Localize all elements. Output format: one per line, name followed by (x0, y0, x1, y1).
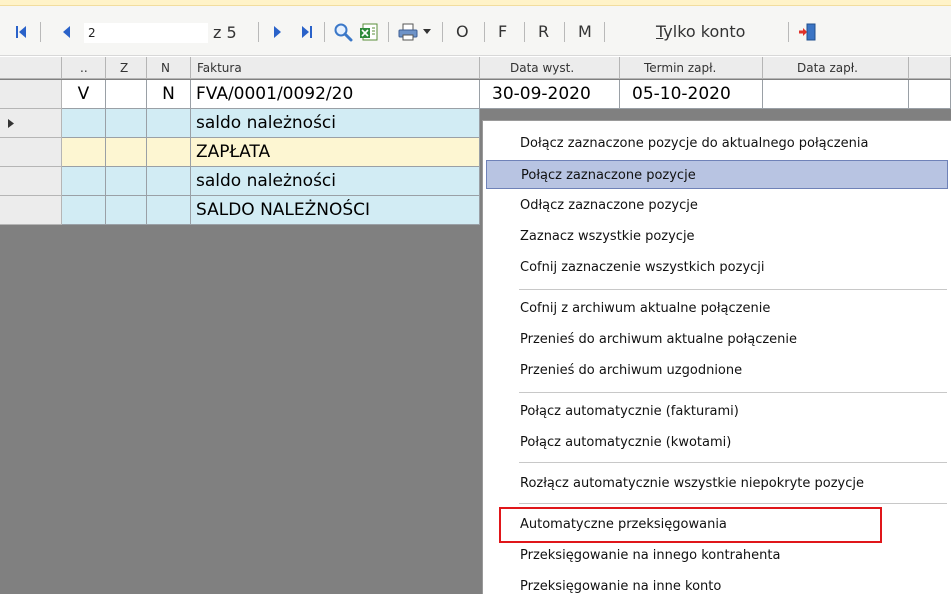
filter-o-button[interactable]: O (456, 22, 469, 42)
cell-n[interactable]: N (147, 80, 191, 109)
row-indicator[interactable] (0, 80, 62, 109)
cell-dots[interactable] (62, 196, 106, 225)
cell-faktura[interactable]: ZAPŁATA (191, 138, 480, 167)
column-header-data-wyst[interactable]: Data wyst. (480, 57, 620, 79)
cell-n[interactable] (147, 109, 191, 138)
row-indicator[interactable] (0, 138, 62, 167)
menu-separator (519, 503, 947, 504)
toolbar-separator (258, 22, 259, 42)
toolbar-separator (524, 22, 525, 42)
toolbar-separator (788, 22, 789, 42)
navigation-toolbar: 2 z 5 O F R M Tylko konto (0, 6, 951, 56)
search-icon[interactable] (332, 22, 354, 42)
cell-termin-zapl[interactable]: 05-10-2020 (620, 80, 763, 109)
menu-item-restore-from-archive[interactable]: Cofnij z archiwum aktualne połączenie (486, 294, 948, 323)
menu-item-auto-connect-amounts[interactable]: Połącz automatycznie (kwotami) (486, 428, 948, 457)
tylko-konto-button[interactable]: Tylko konto (656, 22, 745, 42)
menu-item-auto-connect-invoices[interactable]: Połącz automatycznie (fakturami) (486, 397, 948, 426)
last-page-icon[interactable] (300, 22, 314, 42)
column-header-faktura[interactable]: Faktura (191, 57, 480, 79)
toolbar-separator (484, 22, 485, 42)
cell-z[interactable] (106, 167, 147, 196)
cell-z[interactable] (106, 196, 147, 225)
dropdown-arrow-icon[interactable] (422, 22, 432, 42)
cell-extra[interactable] (909, 80, 951, 109)
menu-item-repost-other-contractor[interactable]: Przeksięgowanie na innego kontrahenta (486, 541, 948, 570)
menu-item-detach-selected[interactable]: Odłącz zaznaczone pozycje (486, 191, 948, 220)
menu-item-select-all[interactable]: Zaznacz wszystkie pozycje (486, 222, 948, 251)
menu-separator (519, 462, 947, 463)
cell-faktura[interactable]: saldo należności (191, 109, 480, 138)
cell-z[interactable] (106, 80, 147, 109)
menu-item-connect-selected[interactable]: Połącz zaznaczone pozycje (486, 160, 948, 189)
column-header-extra (909, 57, 951, 79)
page-count-label: z 5 (213, 23, 237, 42)
annotation-highlight-box (499, 507, 882, 543)
print-icon[interactable] (396, 22, 420, 42)
cell-n[interactable] (147, 196, 191, 225)
cell-dots[interactable] (62, 167, 106, 196)
cell-data-zapl[interactable] (763, 80, 909, 109)
prev-page-icon[interactable] (60, 22, 72, 42)
row-indicator-header (0, 57, 62, 79)
filter-r-button[interactable]: R (538, 22, 549, 42)
menu-item-auto-disconnect-uncovered[interactable]: Rozłącz automatycznie wszystkie niepokry… (486, 469, 948, 498)
row-indicator[interactable] (0, 196, 62, 225)
menu-item-attach-to-connection[interactable]: Dołącz zaznaczone pozycje do aktualnego … (486, 129, 948, 158)
page-number-input[interactable]: 2 (84, 23, 208, 43)
toolbar-separator (564, 22, 565, 42)
cell-z[interactable] (106, 138, 147, 167)
menu-separator (519, 289, 947, 290)
toolbar-separator (40, 22, 41, 42)
column-header-z[interactable]: Z (106, 57, 147, 79)
column-header-termin-zapl[interactable]: Termin zapł. (620, 57, 763, 79)
menu-item-repost-other-account[interactable]: Przeksięgowanie na inne konto (486, 572, 948, 594)
column-header-dots[interactable]: .. (62, 57, 106, 79)
menu-item-deselect-all[interactable]: Cofnij zaznaczenie wszystkich pozycji (486, 253, 948, 282)
cell-faktura[interactable]: SALDO NALEŻNOŚCI (191, 196, 480, 225)
excel-export-icon[interactable] (358, 22, 380, 42)
cell-n[interactable] (147, 167, 191, 196)
cell-dots[interactable] (62, 109, 106, 138)
filter-m-button[interactable]: M (578, 22, 592, 42)
toolbar-separator (442, 22, 443, 42)
menu-separator (519, 392, 947, 393)
toolbar-separator (324, 22, 325, 42)
column-header-n[interactable]: N (147, 57, 191, 79)
filter-f-button[interactable]: F (498, 22, 507, 42)
cell-data-wyst[interactable]: 30-09-2020 (480, 80, 620, 109)
toolbar-separator (604, 22, 605, 42)
cell-faktura[interactable]: saldo należności (191, 167, 480, 196)
toolbar-separator (388, 22, 389, 42)
current-row-pointer-icon (8, 119, 14, 128)
cell-faktura[interactable]: FVA/0001/0092/20 (191, 80, 480, 109)
cell-n[interactable] (147, 138, 191, 167)
menu-item-move-agreed-to-archive[interactable]: Przenieś do archiwum uzgodnione (486, 356, 948, 385)
row-indicator[interactable] (0, 109, 62, 138)
row-indicator[interactable] (0, 167, 62, 196)
menu-item-move-connection-to-archive[interactable]: Przenieś do archiwum aktualne połączenie (486, 325, 948, 354)
column-header-data-zapl[interactable]: Data zapł. (763, 57, 909, 79)
cell-dots[interactable] (62, 138, 106, 167)
cell-dots[interactable]: V (62, 80, 106, 109)
first-page-icon[interactable] (14, 22, 28, 42)
exit-door-icon[interactable] (796, 22, 818, 42)
cell-z[interactable] (106, 109, 147, 138)
next-page-icon[interactable] (272, 22, 284, 42)
